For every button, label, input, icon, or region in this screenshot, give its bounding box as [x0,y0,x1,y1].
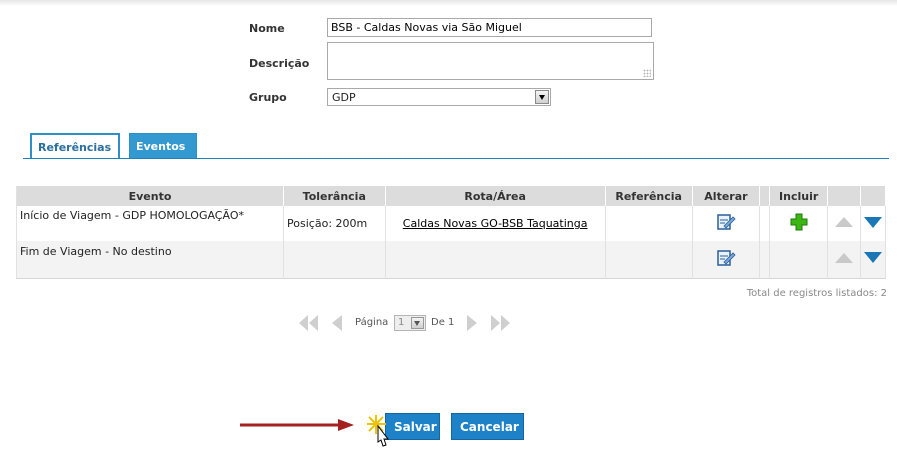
cell-down [860,206,887,241]
header-incluir: Incluir [769,186,829,206]
header-tolerancia: Tolerância [283,186,386,206]
rota-link[interactable]: Caldas Novas GO-BSB Taquatinga [403,217,588,230]
cancel-button[interactable]: Cancelar [451,413,524,440]
move-down-icon[interactable] [863,216,882,228]
move-down-icon[interactable] [863,252,882,264]
cell-alterar [692,206,761,241]
cell-referencia [605,241,693,278]
grupo-label: Grupo [249,91,287,104]
descricao-textarea[interactable] [327,42,654,80]
cancel-button-label: Cancelar [460,420,519,434]
cell-up [827,206,861,241]
de-label: De 1 [431,317,455,328]
chevron-down-icon[interactable] [535,90,549,104]
cell-alterar [692,241,761,278]
tabs-divider [23,158,889,159]
pagina-label: Página [355,317,389,328]
move-up-icon [835,217,854,227]
header-evento: Evento [16,186,285,206]
table-row: Fim de Viagem - No destino [16,241,887,278]
evento-text: Início de Viagem - GDP HOMOLOGAÇÃO* [20,209,244,222]
header-spacer [759,186,771,206]
nome-input[interactable] [327,18,652,37]
tab-eventos[interactable]: Eventos [129,133,197,159]
hand-cursor-icon [366,414,396,450]
next-page-icon[interactable] [466,314,480,335]
edit-icon[interactable] [716,213,736,231]
page-value: 1 [398,317,405,328]
cell-up [827,241,861,278]
eventos-table: Evento Tolerância Rota/Área Referência A… [16,186,887,279]
save-button-label: Salvar [394,420,437,434]
last-page-icon[interactable] [489,314,513,335]
add-plus-icon[interactable] [790,213,808,231]
resize-grip-icon[interactable] [643,69,651,77]
grupo-selected-value: GDP [332,91,356,104]
cell-referencia [605,206,693,241]
table-row: Início de Viagem - GDP HOMOLOGAÇÃO* Posi… [16,206,887,241]
page-select[interactable]: 1 [394,315,426,331]
top-shade [0,0,897,6]
cell-spacer [759,206,771,241]
cell-incluir [769,206,829,241]
cell-spacer [759,241,771,278]
cell-rota [385,241,606,278]
evento-text: Fim de Viagem - No destino [20,244,172,258]
header-up [827,186,861,206]
header-referencia: Referência [605,186,693,206]
total-registros: Total de registros listados: 2 [746,288,887,299]
tab-referencias-label: Referências [38,141,112,154]
header-rota-area: Rota/Área [385,186,606,206]
descricao-label: Descrição [249,57,310,70]
red-arrow-icon [238,417,356,436]
nome-label: Nome [249,22,285,35]
cell-evento: Início de Viagem - GDP HOMOLOGAÇÃO* [16,206,285,241]
table-header-row: Evento Tolerância Rota/Área Referência A… [16,186,887,206]
cell-tolerancia [283,241,386,278]
first-page-icon[interactable] [296,314,320,335]
header-alterar: Alterar [692,186,761,206]
tab-referencias[interactable]: Referências [30,133,120,159]
cell-evento: Fim de Viagem - No destino [16,241,285,278]
edit-icon[interactable] [716,249,736,267]
chevron-down-icon[interactable] [411,317,424,329]
move-up-icon [835,252,854,263]
cell-down [860,241,887,278]
cell-tolerancia: Posição: 200m [283,206,386,241]
header-down [860,186,887,206]
prev-page-icon[interactable] [329,314,343,335]
cell-incluir [769,241,829,278]
tab-eventos-label: Eventos [136,140,186,153]
cell-rota: Caldas Novas GO-BSB Taquatinga [385,206,606,241]
grupo-select[interactable]: GDP [327,88,551,106]
